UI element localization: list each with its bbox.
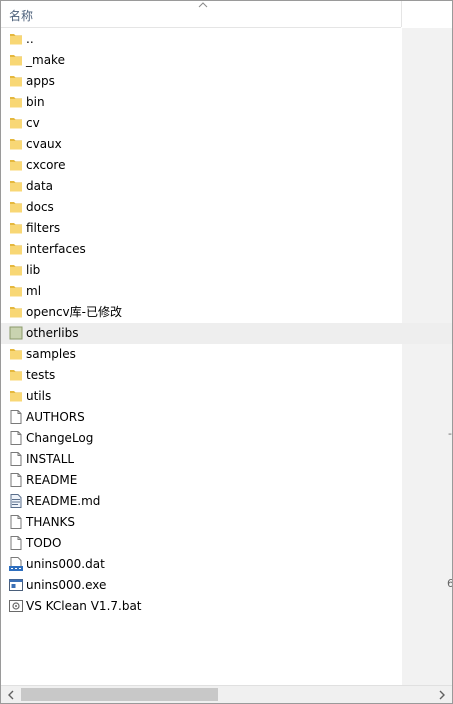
list-item[interactable]: cxcore xyxy=(1,155,452,176)
folder-icon xyxy=(8,199,24,215)
list-item-label: cv xyxy=(26,116,40,130)
list-item-label: unins000.dat xyxy=(26,557,105,571)
folder-icon xyxy=(8,220,24,236)
file-icon xyxy=(8,409,24,425)
list-item[interactable]: tests xyxy=(1,365,452,386)
folder-icon xyxy=(8,325,24,341)
folder-icon xyxy=(8,283,24,299)
list-item[interactable]: TODO xyxy=(1,533,452,554)
folder-icon xyxy=(8,31,24,47)
folder-icon xyxy=(8,262,24,278)
column-header: 名称 xyxy=(1,1,401,28)
list-item-label: README xyxy=(26,473,78,487)
list-item[interactable]: opencv库-已修改 xyxy=(1,302,452,323)
list-item-label: cvaux xyxy=(26,137,62,151)
folder-icon xyxy=(8,304,24,320)
scrollbar-thumb[interactable] xyxy=(21,688,218,701)
file-icon xyxy=(8,535,24,551)
list-item[interactable]: unins000.dat xyxy=(1,554,452,575)
folder-icon xyxy=(8,136,24,152)
folder-icon xyxy=(8,388,24,404)
list-item-label: TODO xyxy=(26,536,62,550)
list-item[interactable]: VS KClean V1.7.bat xyxy=(1,596,452,617)
folder-icon xyxy=(8,52,24,68)
exe-file-icon xyxy=(8,577,24,593)
list-item[interactable]: lib xyxy=(1,260,452,281)
list-item-label: utils xyxy=(26,389,52,403)
list-item-label: docs xyxy=(26,200,54,214)
folder-icon xyxy=(8,346,24,362)
list-item-label: .. xyxy=(26,32,34,46)
list-item[interactable]: THANKS xyxy=(1,512,452,533)
list-item-label: unins000.exe xyxy=(26,578,107,592)
list-item[interactable]: apps xyxy=(1,71,452,92)
scroll-right-icon[interactable] xyxy=(437,690,447,700)
scroll-left-icon[interactable] xyxy=(6,690,16,700)
list-item[interactable]: docs xyxy=(1,197,452,218)
folder-icon xyxy=(8,94,24,110)
list-item[interactable]: .. xyxy=(1,29,452,50)
list-item-label: cxcore xyxy=(26,158,66,172)
folder-icon xyxy=(8,115,24,131)
folder-icon xyxy=(8,241,24,257)
list-item[interactable]: interfaces xyxy=(1,239,452,260)
list-item[interactable]: README xyxy=(1,470,452,491)
folder-icon xyxy=(8,157,24,173)
list-item[interactable]: _make xyxy=(1,50,452,71)
list-item[interactable]: INSTALL xyxy=(1,449,452,470)
list-item[interactable]: cv xyxy=(1,113,452,134)
markdown-file-icon xyxy=(8,493,24,509)
file-icon xyxy=(8,451,24,467)
list-item[interactable]: cvaux xyxy=(1,134,452,155)
list-item-label: _make xyxy=(26,53,65,67)
list-item-label: samples xyxy=(26,347,76,361)
file-icon xyxy=(8,472,24,488)
list-item[interactable]: filters xyxy=(1,218,452,239)
list-item-label: VS KClean V1.7.bat xyxy=(26,599,142,613)
list-item-label: README.md xyxy=(26,494,101,508)
list-item-label: interfaces xyxy=(26,242,86,256)
list-item[interactable]: unins000.exe xyxy=(1,575,452,596)
data-file-icon xyxy=(8,556,24,572)
horizontal-scrollbar[interactable] xyxy=(1,685,452,703)
folder-icon xyxy=(8,73,24,89)
column-header-extra xyxy=(401,1,452,27)
list-item-label: lib xyxy=(26,263,41,277)
list-item[interactable]: ChangeLog xyxy=(1,428,452,449)
list-item-label: THANKS xyxy=(26,515,76,529)
list-item-label: apps xyxy=(26,74,55,88)
sort-ascending-icon xyxy=(198,2,208,8)
list-item-label: data xyxy=(26,179,54,193)
file-explorer-window: 名称 - 6 .._makeappsbincvcvauxcxcoredatado… xyxy=(0,0,453,704)
file-list: .. _makeapps bin cv cvaux cxcore data docs filte… xyxy=(1,29,452,617)
list-item[interactable]: data xyxy=(1,176,452,197)
list-item-label: INSTALL xyxy=(26,452,75,466)
list-item-label: opencv库-已修改 xyxy=(26,305,122,319)
list-item[interactable]: utils xyxy=(1,386,452,407)
list-item-label: otherlibs xyxy=(26,326,79,340)
list-item[interactable]: samples xyxy=(1,344,452,365)
list-item[interactable]: otherlibs xyxy=(1,323,452,344)
list-item[interactable]: bin xyxy=(1,92,452,113)
list-item-label: bin xyxy=(26,95,45,109)
batch-file-icon xyxy=(8,598,24,614)
list-item[interactable]: AUTHORS xyxy=(1,407,452,428)
file-icon xyxy=(8,430,24,446)
folder-icon xyxy=(8,178,24,194)
list-item-label: ml xyxy=(26,284,42,298)
list-item-label: filters xyxy=(26,221,61,235)
file-icon xyxy=(8,514,24,530)
folder-icon xyxy=(8,367,24,383)
name-column-header[interactable]: 名称 xyxy=(9,7,33,24)
list-item[interactable]: ml xyxy=(1,281,452,302)
list-item-label: ChangeLog xyxy=(26,431,94,445)
list-item-label: AUTHORS xyxy=(26,410,85,424)
list-item[interactable]: README.md xyxy=(1,491,452,512)
list-item-label: tests xyxy=(26,368,56,382)
